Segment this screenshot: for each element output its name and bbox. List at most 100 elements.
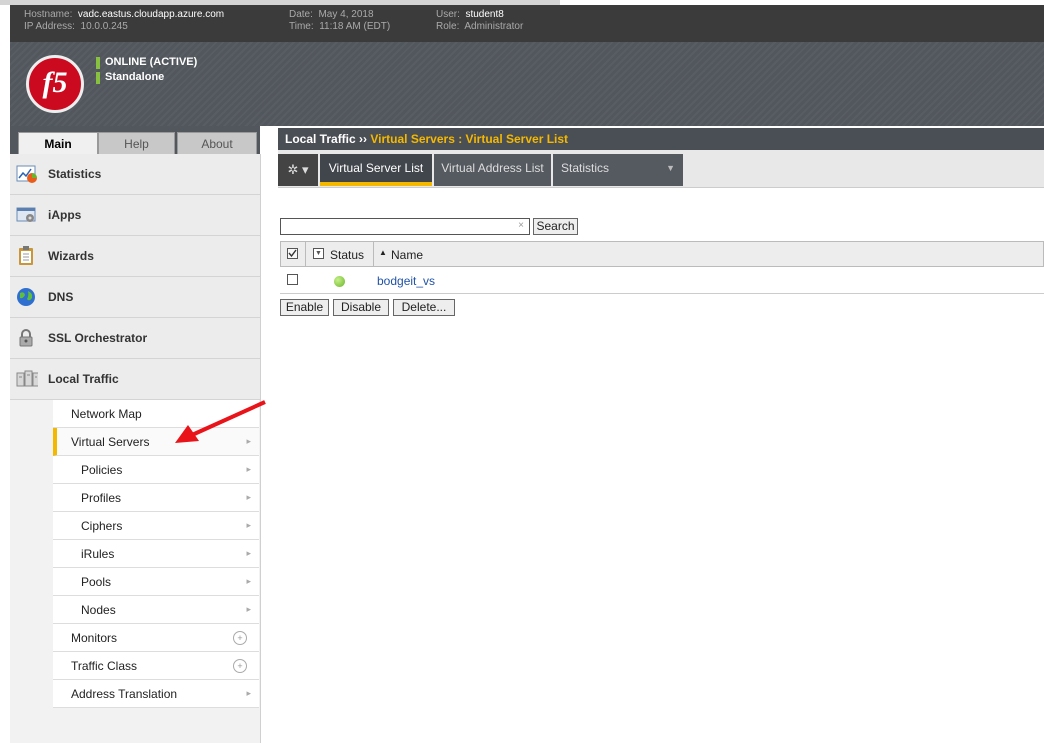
tab-statistics-label: Statistics — [561, 161, 610, 175]
sidebar-item-label: Pools — [81, 574, 112, 589]
delete-button[interactable]: Delete... — [393, 299, 455, 316]
globe-icon — [16, 287, 38, 307]
column-divider — [373, 242, 374, 266]
chevron-right-icon: ▸ — [246, 492, 251, 502]
user-label: User: — [436, 9, 460, 20]
chevron-right-icon: ▸ — [246, 688, 251, 698]
breadcrumb-separator: ›› — [359, 132, 368, 146]
search-input[interactable]: × — [280, 218, 530, 235]
clear-icon[interactable]: × — [518, 220, 524, 231]
user-value: student8 — [465, 9, 504, 20]
tab-help[interactable]: Help — [98, 132, 175, 154]
search-button[interactable]: Search — [533, 218, 578, 235]
breadcrumb: Local Traffic ›› Virtual Servers : Virtu… — [278, 128, 1044, 150]
chevron-right-icon: ▸ — [246, 548, 251, 558]
main-tabs: Main Help About — [10, 126, 260, 154]
chevron-right-icon: ▸ — [246, 604, 251, 614]
status-available-icon — [334, 276, 345, 287]
sidebar-section-iapps[interactable]: iApps — [10, 195, 260, 236]
sidebar-item-label: Network Map — [71, 406, 142, 421]
role-value: Administrator — [464, 21, 524, 32]
sidebar-item-nodes[interactable]: Nodes ▸ — [53, 596, 259, 624]
time-label: Time: — [289, 21, 314, 32]
sidebar-item-monitors[interactable]: Monitors + — [53, 624, 259, 652]
sidebar-section-local-traffic[interactable]: Local Traffic — [10, 359, 260, 400]
chevron-down-icon: ▼ — [666, 163, 675, 173]
column-header-status[interactable]: Status — [330, 248, 364, 262]
status-text: ONLINE (ACTIVE) — [105, 56, 198, 68]
enable-button[interactable]: Enable — [280, 299, 329, 316]
virtual-server-link[interactable]: bodgeit_vs — [377, 274, 435, 288]
host-info: Hostname: vadc.eastus.cloudapp.azure.com… — [24, 9, 224, 33]
sidebar-section-dns[interactable]: DNS — [10, 277, 260, 318]
sidebar: Statistics iApps Wizards DNS SSL Orchest… — [10, 154, 261, 743]
sidebar-item-label: Ciphers — [81, 518, 123, 533]
sidebar-item-traffic-class[interactable]: Traffic Class + — [53, 652, 259, 680]
sidebar-item-label: Nodes — [81, 602, 116, 617]
date-value: May 4, 2018 — [318, 9, 374, 20]
sub-navigation: ✲ ▾ Virtual Server List Virtual Address … — [278, 150, 1044, 188]
sidebar-item-label: Policies — [81, 462, 123, 477]
column-divider — [305, 242, 306, 266]
role-label: Role: — [436, 21, 460, 32]
table-header: ▼ Status ▲ Name — [280, 241, 1044, 267]
sidebar-section-label: Statistics — [48, 167, 102, 181]
ip-value: 10.0.0.245 — [80, 21, 128, 32]
row-checkbox[interactable] — [287, 274, 298, 285]
sidebar-section-label: iApps — [48, 208, 82, 222]
hostname-label: Hostname: — [24, 9, 73, 20]
sidebar-section-statistics[interactable]: Statistics — [10, 154, 260, 195]
sidebar-section-ssl-orchestrator[interactable]: SSL Orchestrator — [10, 318, 260, 359]
chevron-right-icon: ▸ — [246, 576, 251, 586]
date-label: Date: — [289, 9, 313, 20]
lock-icon — [16, 328, 38, 348]
tab-virtual-server-list[interactable]: Virtual Server List — [320, 154, 432, 186]
sidebar-section-label: Wizards — [48, 249, 94, 263]
select-all-checkbox[interactable] — [287, 248, 298, 259]
sidebar-section-label: SSL Orchestrator — [48, 331, 148, 345]
sidebar-item-label: Traffic Class — [71, 658, 138, 673]
mode-indicator — [96, 71, 100, 84]
breadcrumb-current: Virtual Servers : Virtual Server List — [370, 132, 569, 146]
sidebar-item-label: Monitors — [71, 630, 118, 645]
date-info: Date: May 4, 2018 Time: 11:18 AM (EDT) — [289, 9, 390, 33]
disable-button[interactable]: Disable — [333, 299, 389, 316]
table-row: bodgeit_vs — [280, 267, 1044, 294]
gear-icon[interactable]: ✲ ▾ — [278, 154, 318, 186]
sidebar-item-pools[interactable]: Pools ▸ — [53, 568, 259, 596]
sidebar-item-label: Profiles — [81, 490, 122, 505]
sidebar-item-label: iRules — [81, 546, 115, 561]
tab-main[interactable]: Main — [18, 132, 98, 154]
sidebar-item-irules[interactable]: iRules ▸ — [53, 540, 259, 568]
ip-label: IP Address: — [24, 21, 75, 32]
sidebar-item-policies[interactable]: Policies ▸ — [53, 456, 259, 484]
system-banner: Hostname: vadc.eastus.cloudapp.azure.com… — [10, 5, 1044, 42]
clipboard-icon — [16, 246, 38, 266]
column-header-name[interactable]: Name — [391, 248, 423, 262]
add-icon[interactable]: + — [233, 658, 247, 673]
sidebar-item-profiles[interactable]: Profiles ▸ — [53, 484, 259, 512]
sidebar-section-label: DNS — [48, 290, 74, 304]
servers-icon — [16, 369, 38, 389]
status-indicator — [96, 56, 100, 69]
sort-ascending-icon: ▲ — [379, 248, 387, 257]
chart-icon — [16, 164, 38, 184]
user-info: User: student8 Role: Administrator — [436, 9, 523, 33]
sidebar-section-wizards[interactable]: Wizards — [10, 236, 260, 277]
chevron-right-icon: ▸ — [246, 464, 251, 474]
breadcrumb-root[interactable]: Local Traffic — [285, 132, 356, 146]
time-value: 11:18 AM (EDT) — [319, 21, 391, 32]
sidebar-item-address-translation[interactable]: Address Translation ▸ — [53, 680, 259, 708]
mode-text: Standalone — [105, 71, 165, 83]
chevron-right-icon: ▸ — [246, 520, 251, 530]
tab-statistics[interactable]: Statistics ▼ — [553, 154, 683, 186]
status-filter-dropdown[interactable]: ▼ — [313, 248, 324, 259]
add-icon[interactable]: + — [233, 630, 247, 645]
f5-logo[interactable]: f5 — [26, 55, 84, 113]
sidebar-section-label: Local Traffic — [48, 372, 119, 386]
sidebar-item-ciphers[interactable]: Ciphers ▸ — [53, 512, 259, 540]
hostname-value: vadc.eastus.cloudapp.azure.com — [77, 9, 225, 20]
tab-virtual-address-list[interactable]: Virtual Address List — [434, 154, 551, 186]
tab-about[interactable]: About — [177, 132, 257, 154]
sidebar-item-label: Address Translation — [71, 686, 178, 701]
